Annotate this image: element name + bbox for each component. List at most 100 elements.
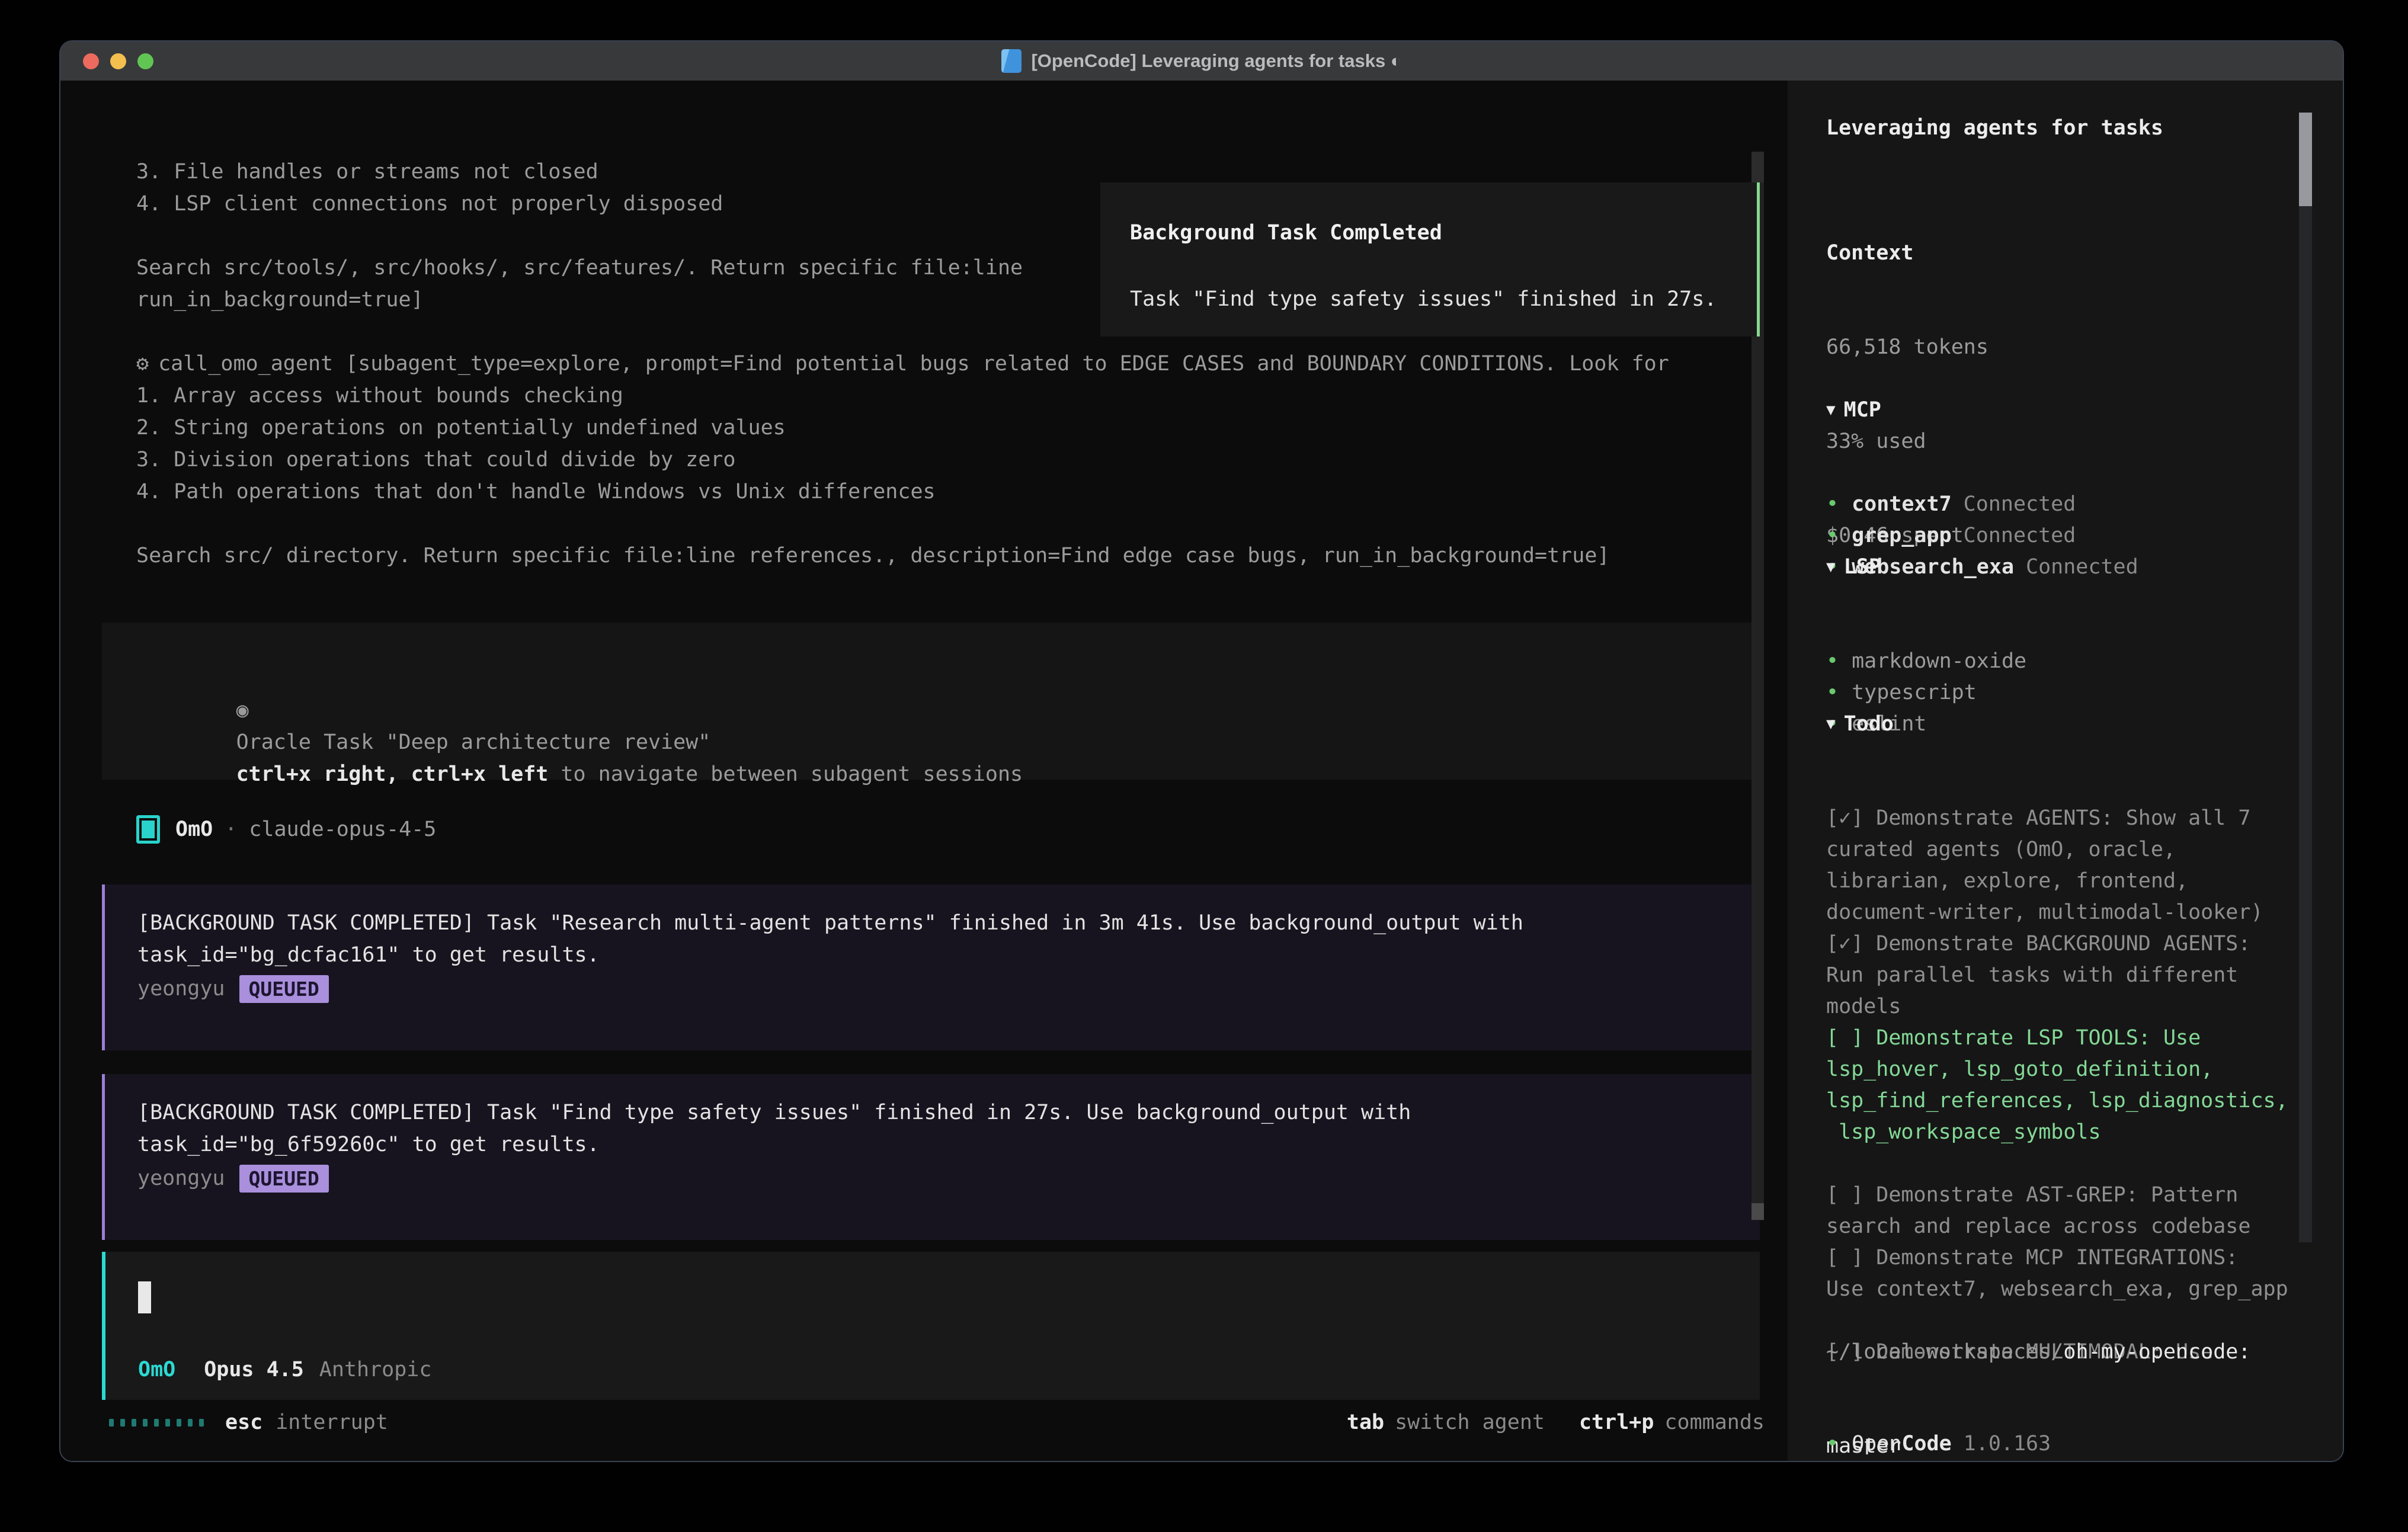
app-version: 1.0.163 [1964, 1432, 2051, 1456]
oracle-task-block: ◉ Oracle Task "Deep architecture review"… [102, 623, 1760, 780]
background-task-toast: Background Task Completed Task "Find typ… [1100, 182, 1760, 336]
mcp-status: Connected [2026, 555, 2138, 579]
terminal-line: 3. Division operations that could divide… [136, 444, 1749, 476]
terminal-line: ⚙ call_omo_agent [subagent_type=explore, … [136, 348, 1749, 380]
mcp-header[interactable]: ▼MCP [1826, 395, 2138, 426]
todo-line [1826, 1148, 2288, 1180]
document-icon [1001, 49, 1022, 73]
agent-separator: · [225, 818, 237, 841]
todo-line: [ ] Demonstrate AST-GREP: Pattern [1826, 1180, 2288, 1211]
todo-line: lsp_find_references, lsp_diagnostics, [1826, 1085, 2288, 1117]
spinner-dot [177, 1419, 181, 1427]
terminal-line-text: 4. Path operations that don't handle Win… [136, 480, 936, 504]
main-scrollbar-thumb[interactable] [1751, 1203, 1764, 1220]
spinner-dot [199, 1419, 204, 1427]
working-spinner-dots [109, 1419, 204, 1427]
queued-badge: QUEUED [239, 1165, 329, 1193]
spinner-dot [143, 1419, 148, 1427]
todo-line: lsp_workspace_symbols [1826, 1117, 2288, 1148]
agent-name: OmO [175, 818, 213, 841]
spinner-dot [154, 1419, 159, 1427]
esc-key-label: interrupt [276, 1411, 388, 1434]
task-message-line2: task_id="bg_6f59260c" to get results. [137, 1129, 600, 1161]
todo-line: Run parallel tasks with different [1826, 960, 2288, 991]
app-window: [OpenCode] Leveraging agents for tasks ◐… [59, 40, 2344, 1462]
status-dot-icon: • [1826, 1432, 1839, 1456]
terminal-line: Search src/ directory. Return specific f… [136, 540, 1749, 572]
tab-key-hint: tab [1347, 1411, 1384, 1434]
input-model-label: Opus 4.5 [204, 1358, 304, 1382]
sidebar: Leveraging agents for tasks Context 66,5… [1788, 81, 2343, 1461]
task-message-line2: task_id="bg_dcfac161" to get results. [137, 939, 600, 971]
sidebar-scrollbar-thumb[interactable] [2299, 113, 2312, 206]
spinner-dot [165, 1419, 170, 1427]
todo-line: [✓] Demonstrate AGENTS: Show all 7 [1826, 803, 2288, 834]
version-info: •OpenCode1.0.163 [1826, 1366, 2051, 1462]
collapse-triangle-icon: ▼ [1826, 401, 1836, 419]
workspace-repo: oh-my-opencode: [2063, 1340, 2250, 1364]
todo-line: [✓] Demonstrate BACKGROUND AGENTS: [1826, 928, 2288, 960]
terminal-line-text: call_omo_agent [subagent_type=explore, p… [158, 352, 1669, 376]
terminal-line: 4. Path operations that don't handle Win… [136, 476, 1749, 508]
todo-line: lsp_hover, lsp_goto_definition, [1826, 1054, 2288, 1085]
main-scrollbar-cap [1751, 152, 1764, 182]
ctrlp-key-hint: ctrl+p [1579, 1411, 1654, 1434]
spinner-dot [132, 1419, 136, 1427]
lsp-header[interactable]: ▼LSP [1826, 552, 2026, 583]
background-task-message: [BACKGROUND TASK COMPLETED] Task "Resear… [102, 884, 1760, 1050]
sidebar-scrollbar-track[interactable] [2299, 113, 2312, 1242]
collapse-triangle-icon: ▼ [1826, 558, 1836, 576]
task-message-line1: [BACKGROUND TASK COMPLETED] Task "Resear… [137, 907, 1523, 939]
toast-body: Task "Find type safety issues" finished … [1130, 283, 1717, 315]
todo-line: curated agents (OmO, oracle, [1826, 834, 2288, 866]
toast-title: Background Task Completed [1130, 217, 1442, 249]
todo-line: [ ] Demonstrate MCP INTEGRATIONS: [1826, 1242, 2288, 1274]
spinner-dot [109, 1419, 114, 1427]
todo-header[interactable]: ▼Todo [1826, 709, 2288, 740]
terminal-line-text: 2. String operations on potentially unde… [136, 416, 786, 440]
tab-key-label: switch agent [1395, 1411, 1545, 1434]
statusbar-left: esc interrupt [109, 1406, 388, 1438]
todo-line: [ ] Demonstrate LSP TOOLS: Use [1826, 1023, 2288, 1054]
workspace-path: ~/local-workspaces/ [1826, 1340, 2063, 1364]
terminal-line-text: 3. File handles or streams not closed [136, 160, 598, 184]
text-cursor [138, 1281, 151, 1313]
terminal-line-text: Search src/tools/, src/hooks/, src/featu… [136, 256, 1023, 280]
titlebar: [OpenCode] Leveraging agents for tasks ◐ [60, 41, 2343, 81]
terminal-line-text: run_in_background=true] [136, 288, 424, 312]
todo-line: librarian, explore, frontend, [1826, 866, 2288, 897]
task-message-line1: [BACKGROUND TASK COMPLETED] Task "Find t… [137, 1097, 1411, 1129]
agent-icon [136, 815, 160, 844]
todo-line: document-writer, multimodal-looker) [1826, 897, 2288, 928]
agent-model: claude-opus-4-5 [249, 818, 436, 841]
prompt-input[interactable]: OmO Opus 4.5 Anthropic [102, 1252, 1760, 1400]
terminal-line-text: 1. Array access without bounds checking [136, 384, 623, 408]
oracle-hint-line: ctrl+x right, ctrl+x left to navigate be… [136, 726, 1023, 822]
input-agent-label: OmO [138, 1358, 175, 1382]
collapse-triangle-icon: ▼ [1826, 715, 1836, 733]
gear-icon: ⚙ [136, 352, 149, 376]
spinner-dot [120, 1419, 125, 1427]
app-name: Open [1852, 1432, 1901, 1456]
context-header: Context [1826, 238, 1988, 269]
terminal-line-text: Search src/ directory. Return specific f… [136, 544, 1609, 568]
terminal-line: 1. Array access without bounds checking [136, 380, 1749, 412]
task-author: yeongyu [137, 977, 225, 1001]
todo-line: search and replace across codebase [1826, 1211, 2288, 1242]
esc-key-hint: esc [225, 1411, 262, 1434]
ctrlp-key-label: commands [1664, 1411, 1765, 1434]
terminal-line [136, 508, 1749, 540]
statusbar-right: tab switch agent ctrl+p commands [1347, 1406, 1765, 1438]
spinner-dot [188, 1419, 193, 1427]
oracle-task-icon: ◉ [236, 698, 249, 722]
terminal-line: 2. String operations on potentially unde… [136, 412, 1749, 444]
terminal-line-text: 3. Division operations that could divide… [136, 448, 735, 472]
background-task-message: [BACKGROUND TASK COMPLETED] Task "Find t… [102, 1074, 1760, 1240]
subagent-session-row[interactable]: OmO · claude-opus-4-5 [136, 813, 436, 845]
oracle-hint-text: to navigate between subagent sessions [548, 762, 1023, 786]
window-title: [OpenCode] Leveraging agents for tasks ◐ [1031, 50, 1401, 72]
oracle-hint-keys: ctrl+x right, ctrl+x left [236, 762, 549, 786]
session-title: Leveraging agents for tasks [1826, 113, 2163, 144]
task-author: yeongyu [137, 1166, 225, 1190]
input-provider-label: Anthropic [319, 1358, 432, 1382]
